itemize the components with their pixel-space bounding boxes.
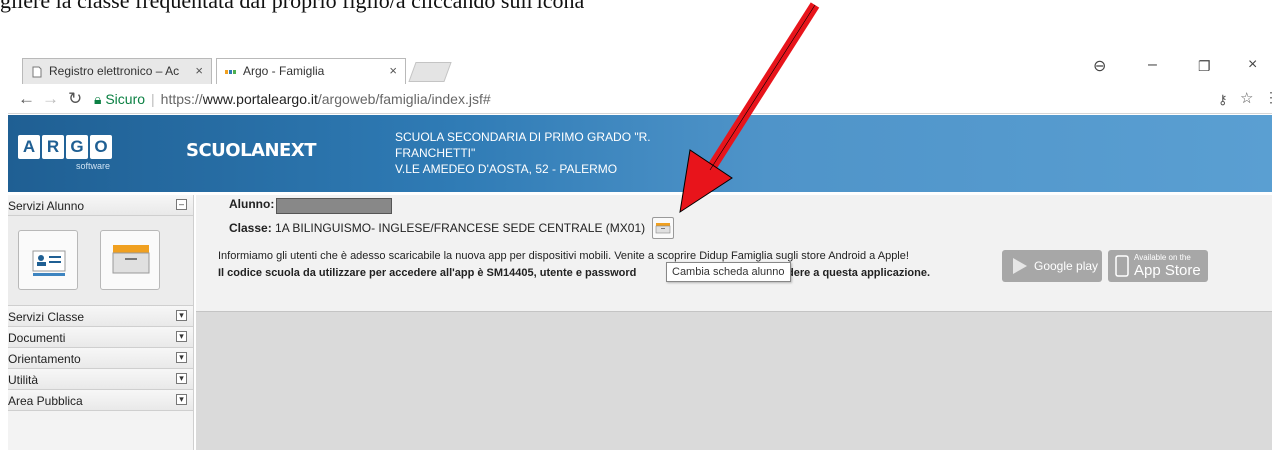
app-store-badge[interactable]: Available on the App Store xyxy=(1108,250,1208,282)
tab-argo-famiglia[interactable]: Argo - Famiglia × xyxy=(216,58,406,84)
collapse-icon[interactable]: – xyxy=(176,199,187,210)
url-scheme: https:// xyxy=(160,91,203,107)
sidebar-item-label: Servizi Alunno xyxy=(8,199,85,213)
expand-icon[interactable]: ▾ xyxy=(176,373,187,384)
restore-icon[interactable]: ❐ xyxy=(1198,58,1211,75)
expand-icon[interactable]: ▾ xyxy=(176,394,187,405)
product-name: SCUOLANEXT xyxy=(186,140,317,161)
sidebar-item-orientamento[interactable]: Orientamento ▾ xyxy=(8,348,193,369)
close-icon[interactable]: × xyxy=(195,63,203,78)
back-icon[interactable]: ← xyxy=(18,89,35,109)
document-caption: gliere la classe frequentata dal proprio… xyxy=(0,0,585,13)
school-name-line1: SCUOLA SECONDARIA DI PRIMO GRADO "R. xyxy=(395,130,651,144)
url-host: www.portaleargo.it xyxy=(202,91,318,107)
logo-subtitle: software xyxy=(76,161,111,171)
reload-icon[interactable]: ↻ xyxy=(68,89,82,109)
school-name-line2: FRANCHETTI" xyxy=(395,146,476,160)
student-info-panel: Alunno: Classe: 1A BILINGUISMO- INGLESE/… xyxy=(196,195,1272,312)
tab-label: Registro elettronico – Ac xyxy=(49,64,180,78)
content-area xyxy=(196,312,1272,450)
servizi-alunno-panel xyxy=(8,216,193,306)
window-close-icon[interactable]: × xyxy=(1248,56,1257,74)
page-icon xyxy=(32,66,42,78)
sidebar-item-documenti[interactable]: Documenti ▾ xyxy=(8,327,193,348)
sidebar-item-utilita[interactable]: Utilità ▾ xyxy=(8,369,193,390)
expand-icon[interactable]: ▾ xyxy=(176,310,187,321)
new-tab-button[interactable] xyxy=(408,62,452,82)
cambia-alunno-button[interactable] xyxy=(100,230,160,290)
menu-dots-icon[interactable]: ⋮ xyxy=(1264,89,1272,106)
phone-icon xyxy=(1115,255,1129,277)
student-card-icon xyxy=(32,250,66,276)
lock-icon: 🔒︎ xyxy=(94,91,102,107)
classe-line: Classe: 1A BILINGUISMO- INGLESE/FRANCESE… xyxy=(229,221,645,235)
forward-icon[interactable]: → xyxy=(42,89,59,109)
tab-label: Argo - Famiglia xyxy=(243,64,325,78)
browser-tabstrip: Registro elettronico – Ac × Argo - Famig… xyxy=(8,52,1272,84)
address-bar: ← → ↻ 🔒︎ Sicuro | https://www.portaleargo.… xyxy=(8,84,1272,114)
minimize-icon[interactable]: – xyxy=(1148,56,1157,74)
sidebar-item-area-pubblica[interactable]: Area Pubblica ▾ xyxy=(8,390,193,411)
close-icon[interactable]: × xyxy=(389,63,397,78)
expand-icon[interactable]: ▾ xyxy=(176,331,187,342)
sidebar-item-servizi-classe[interactable]: Servizi Classe ▾ xyxy=(8,306,193,327)
google-play-badge[interactable]: Google play xyxy=(1002,250,1102,282)
cambia-scheda-alunno-button[interactable] xyxy=(652,217,674,239)
drawer-icon xyxy=(655,223,671,234)
redacted-student-name xyxy=(276,198,392,214)
sidebar: Servizi Alunno – Servizi Classe ▾ Documen… xyxy=(8,195,194,450)
sidebar-item-servizi-alunno[interactable]: Servizi Alunno – xyxy=(8,195,193,216)
argo-logo: ARGO software xyxy=(18,135,114,171)
classe-label: Classe: xyxy=(229,221,272,235)
app-announcement: Informiamo gli utenti che è adesso scari… xyxy=(218,250,909,262)
tab-registro[interactable]: Registro elettronico – Ac × xyxy=(22,58,212,84)
bookmark-star-icon[interactable]: ☆ xyxy=(1240,89,1253,107)
main-content: Alunno: Classe: 1A BILINGUISMO- INGLESE/… xyxy=(196,195,1272,450)
expand-icon[interactable]: ▾ xyxy=(176,352,187,363)
key-icon[interactable]: ⚷ xyxy=(1218,92,1228,108)
url-path: /argoweb/famiglia/index.jsf# xyxy=(317,91,491,107)
tooltip: Cambia scheda alunno xyxy=(666,262,791,282)
url-field[interactable]: 🔒︎ Sicuro | https://www.portaleargo.it/arg… xyxy=(94,91,491,108)
classe-value: 1A BILINGUISMO- INGLESE/FRANCESE SEDE CE… xyxy=(275,221,646,235)
profile-icon[interactable]: ⊖ xyxy=(1093,56,1106,76)
alunno-label: Alunno: xyxy=(229,197,275,211)
drawer-icon xyxy=(112,245,150,274)
anagrafe-button[interactable] xyxy=(18,230,78,290)
play-icon xyxy=(1013,258,1027,274)
school-info: SCUOLA SECONDARIA DI PRIMO GRADO "R. FRA… xyxy=(395,129,651,177)
school-code-info: Il codice scuola da utilizzare per acced… xyxy=(218,267,931,279)
school-address: V.LE AMEDEO D'AOSTA, 52 - PALERMO xyxy=(395,162,618,176)
app-header: ARGO software SCUOLANEXT SCUOLA SECONDAR… xyxy=(8,115,1272,192)
secure-label: Sicuro xyxy=(105,91,146,107)
argo-favicon-icon xyxy=(225,70,236,74)
